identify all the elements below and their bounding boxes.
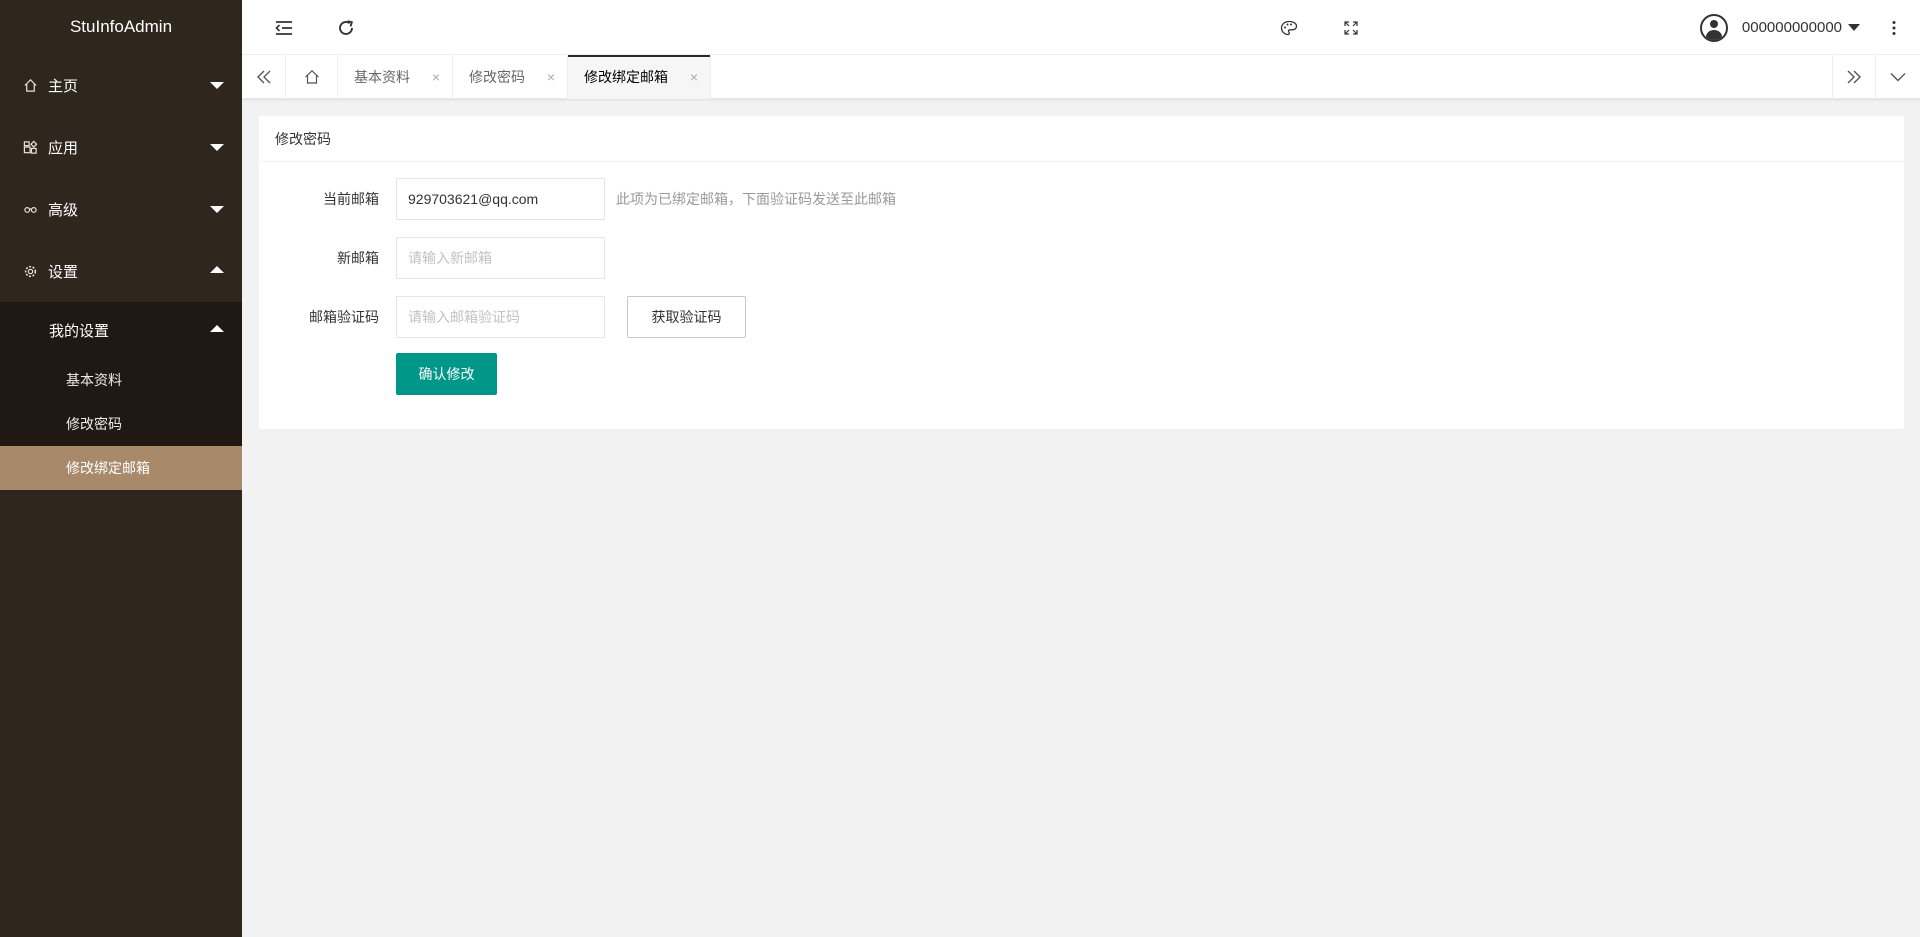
user-name: 000000000000 xyxy=(1741,19,1842,36)
sidebar-item-senior[interactable]: 高级 xyxy=(0,178,242,240)
sidebar-item-label: 主页 xyxy=(48,77,79,95)
chevron-up-icon xyxy=(210,325,224,332)
avatar xyxy=(1699,13,1728,42)
sidebar-item-label: 设置 xyxy=(48,263,79,281)
theme-button[interactable] xyxy=(1267,0,1311,55)
tab-list: 基本资料 × 修改密码 × 修改绑定邮箱 × xyxy=(286,55,711,99)
close-icon[interactable]: × xyxy=(690,69,698,85)
settings-submenu: 我的设置 基本资料 修改密码 修改绑定邮箱 xyxy=(0,302,242,490)
apps-icon xyxy=(22,139,38,155)
submenu-label: 我的设置 xyxy=(49,322,110,340)
verify-code-label: 邮箱验证码 xyxy=(309,309,379,325)
tab-home[interactable] xyxy=(286,55,338,99)
verify-code-row: 邮箱验证码 xyxy=(259,296,605,338)
refresh-icon xyxy=(339,19,353,35)
more-vertical-icon xyxy=(1892,20,1896,35)
close-icon[interactable]: × xyxy=(432,69,440,85)
home-icon xyxy=(304,69,319,84)
tab-label: 修改绑定邮箱 xyxy=(584,69,668,85)
new-email-input[interactable] xyxy=(396,237,605,279)
confirm-button[interactable]: 确认修改 xyxy=(396,353,497,395)
tabs-scroll-left-button[interactable] xyxy=(242,55,286,99)
fullscreen-icon xyxy=(1344,20,1358,35)
home-icon xyxy=(22,77,38,93)
menu-fold-icon xyxy=(275,20,292,35)
tab-label: 基本资料 xyxy=(354,69,410,85)
sidebar-item-label: 应用 xyxy=(48,139,79,157)
verify-code-input[interactable] xyxy=(396,296,605,338)
chevron-up-icon xyxy=(210,266,224,273)
sidebar: StuInfoAdmin 主页 应用 高级 设置 我的设置 基本资料 修改密码 … xyxy=(0,0,242,937)
submenu-my-settings[interactable]: 我的设置 xyxy=(0,302,242,358)
chevron-down-icon xyxy=(210,82,224,89)
fullscreen-button[interactable] xyxy=(1329,0,1373,55)
user-menu[interactable]: 000000000000 xyxy=(1699,0,1860,55)
change-email-card: 修改密码 当前邮箱 此项为已绑定邮箱，下面验证码发送至此邮箱 新邮箱 邮箱验证码 xyxy=(259,116,1904,429)
menu-toggle-button[interactable] xyxy=(262,0,306,55)
new-email-label: 新邮箱 xyxy=(337,250,379,266)
card-title: 修改密码 xyxy=(259,116,1904,162)
chevron-down-icon xyxy=(210,206,224,213)
submenu-item-change-email[interactable]: 修改绑定邮箱 xyxy=(0,446,242,490)
app-logo[interactable]: StuInfoAdmin xyxy=(0,0,242,54)
get-code-button[interactable]: 获取验证码 xyxy=(627,296,746,338)
double-chevron-left-icon xyxy=(256,70,270,84)
page-tabs: 基本资料 × 修改密码 × 修改绑定邮箱 × xyxy=(242,55,1920,99)
submenu-item-basic-info[interactable]: 基本资料 xyxy=(0,358,242,402)
tab-change-password[interactable]: 修改密码 × xyxy=(453,55,568,99)
sidebar-item-apps[interactable]: 应用 xyxy=(0,116,242,178)
sidebar-item-home[interactable]: 主页 xyxy=(0,54,242,116)
tabs-scroll-right-button[interactable] xyxy=(1832,55,1876,99)
tab-basic-info[interactable]: 基本资料 × xyxy=(338,55,453,99)
sidebar-item-settings[interactable]: 设置 xyxy=(0,240,242,302)
sidebar-item-label: 高级 xyxy=(48,201,79,219)
gear-icon xyxy=(22,263,38,279)
current-email-tip: 此项为已绑定邮箱，下面验证码发送至此邮箱 xyxy=(616,191,896,207)
close-icon[interactable]: × xyxy=(547,69,555,85)
tabs-dropdown-button[interactable] xyxy=(1876,55,1920,99)
submenu-item-change-password[interactable]: 修改密码 xyxy=(0,402,242,446)
more-button[interactable] xyxy=(1882,0,1906,55)
palette-icon xyxy=(1280,20,1298,35)
top-header: 000000000000 xyxy=(242,0,1920,55)
current-email-input[interactable] xyxy=(396,178,605,220)
tab-label: 修改密码 xyxy=(469,69,525,85)
senior-icon xyxy=(22,201,38,217)
double-chevron-right-icon xyxy=(1847,70,1861,84)
chevron-down-icon xyxy=(210,144,224,151)
current-email-label: 当前邮箱 xyxy=(323,191,379,207)
new-email-row: 新邮箱 xyxy=(259,237,605,279)
current-email-row: 当前邮箱 此项为已绑定邮箱，下面验证码发送至此邮箱 xyxy=(259,178,896,220)
chevron-down-icon xyxy=(1890,73,1906,82)
caret-down-icon xyxy=(1848,24,1860,31)
tab-change-email[interactable]: 修改绑定邮箱 × xyxy=(568,55,711,99)
refresh-button[interactable] xyxy=(324,0,368,55)
